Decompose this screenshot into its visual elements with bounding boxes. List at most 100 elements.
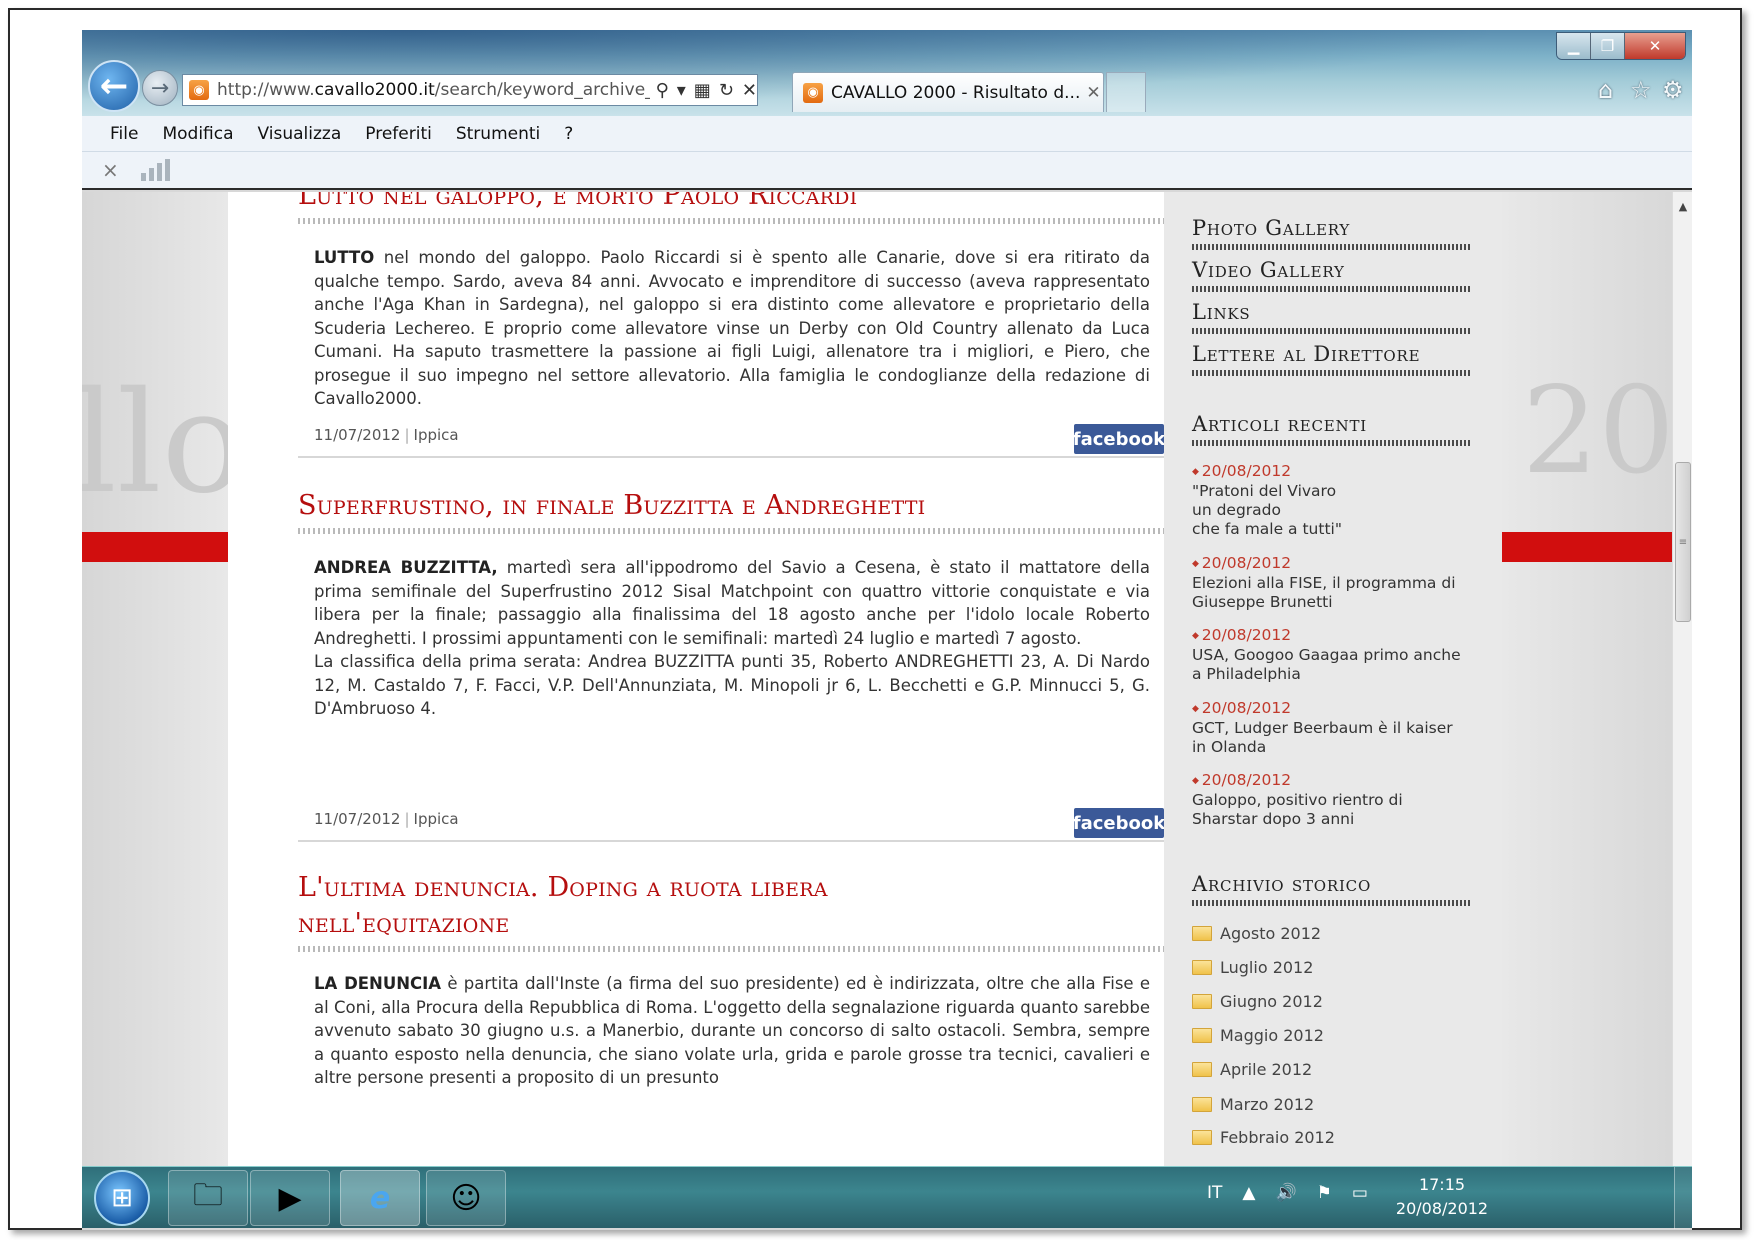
recent-article[interactable]: 20/08/2012 GCT, Ludger Beerbaum è il kai… <box>1192 699 1482 757</box>
facebook-share-button[interactable]: facebook <box>1073 424 1165 454</box>
restore-button[interactable]: ❐ <box>1591 33 1625 59</box>
media-player-taskbar-button[interactable]: ▶ <box>250 1170 330 1226</box>
address-bar[interactable]: ◉ http://www.cavallo2000.it/search/keywo… <box>182 74 758 106</box>
system-tray: IT ▲ 🔊 ⚑ ▭ <box>1207 1183 1368 1203</box>
menu-preferiti[interactable]: Preferiti <box>365 124 432 144</box>
archive-label: Febbraio 2012 <box>1220 1128 1335 1147</box>
show-hidden-icons-icon[interactable]: ▲ <box>1242 1183 1255 1203</box>
archive-heading: Archivio storico <box>1192 872 1372 896</box>
title-divider <box>298 946 1164 952</box>
tab-title: CAVALLO 2000 - Risultato d... <box>831 82 1081 103</box>
menu-modifica[interactable]: Modifica <box>162 124 233 144</box>
new-tab-button[interactable] <box>1106 72 1146 112</box>
recent-article[interactable]: 20/08/2012 USA, Googoo Gaagaa primo anch… <box>1192 626 1482 684</box>
language-indicator[interactable]: IT <box>1207 1183 1222 1203</box>
explorer-taskbar-button[interactable]: 🗀 <box>168 1170 248 1226</box>
article-title[interactable]: Superfrustino, in finale Buzzitta e Andr… <box>298 488 1164 524</box>
facebook-share-button[interactable]: facebook <box>1073 808 1165 838</box>
archive-month[interactable]: Maggio 2012 <box>1192 1026 1324 1045</box>
compatibility-icon[interactable]: ▦ <box>694 80 711 101</box>
refresh-icon[interactable]: ↻ <box>719 80 734 101</box>
article: Lutto nel galoppo, è morto Paolo Riccard… <box>298 192 1165 462</box>
recent-title-line: a Philadelphia <box>1192 665 1301 683</box>
article-title[interactable]: L'ultima denuncia. Doping a ruota libera… <box>298 870 1164 942</box>
archive-month[interactable]: Aprile 2012 <box>1192 1060 1312 1079</box>
volume-icon[interactable]: 🔊 <box>1275 1183 1296 1203</box>
meta-separator: | <box>404 426 410 444</box>
article: Superfrustino, in finale Buzzitta e Andr… <box>298 488 1165 848</box>
close-toolbar-icon[interactable]: × <box>102 158 119 182</box>
article-lead: LA DENUNCIA <box>314 974 442 993</box>
recent-title-line: in Olanda <box>1192 738 1267 756</box>
clock[interactable]: 17:15 20/08/2012 <box>1382 1173 1502 1221</box>
folder-icon <box>1192 960 1212 975</box>
archive-month[interactable]: Agosto 2012 <box>1192 924 1321 943</box>
messenger-taskbar-button[interactable]: ☺ <box>426 1170 506 1226</box>
article-title[interactable]: Lutto nel galoppo, è morto Paolo Riccard… <box>298 192 1164 214</box>
forward-button[interactable]: → <box>142 70 178 106</box>
red-band-left <box>82 532 228 562</box>
nav-lettere-direttore[interactable]: Lettere al Direttore <box>1192 342 1420 366</box>
tab-cavallo2000[interactable]: ◉ CAVALLO 2000 - Risultato d... ✕ <box>792 72 1104 112</box>
sidebar: Photo Gallery Video Gallery Links Letter… <box>1164 192 1502 1190</box>
recent-divider <box>1192 440 1470 446</box>
folder-icon <box>1192 1028 1212 1043</box>
recent-title-line: GCT, Ludger Beerbaum è il kaiser <box>1192 719 1453 737</box>
article-body: LUTTO nel mondo del galoppo. Paolo Ricca… <box>314 246 1150 411</box>
recent-title-line: "Pratoni del Vivaro <box>1192 482 1337 500</box>
recent-article[interactable]: 20/08/2012 Galoppo, positivo rientro di … <box>1192 771 1482 829</box>
archive-month[interactable]: Giugno 2012 <box>1192 992 1323 1011</box>
nav-divider <box>1192 328 1470 334</box>
start-button[interactable]: ⊞ <box>94 1170 150 1226</box>
stop-icon[interactable]: ✕ <box>742 80 757 101</box>
gear-icon[interactable]: ⚙ <box>1662 76 1684 104</box>
article-date: 11/07/2012 <box>314 426 401 444</box>
red-band-right <box>1502 532 1672 562</box>
archive-label: Giugno 2012 <box>1220 992 1323 1011</box>
archive-label: Agosto 2012 <box>1220 924 1322 943</box>
folder-icon <box>1192 1097 1212 1112</box>
url-prefix: http://www. <box>217 80 315 100</box>
recent-article[interactable]: 20/08/2012 Elezioni alla FISE, il progra… <box>1192 554 1482 612</box>
scroll-thumb[interactable]: ≡ <box>1675 462 1691 622</box>
menu-visualizza[interactable]: Visualizza <box>258 124 342 144</box>
article-title-line: nell'equitazione <box>298 908 510 939</box>
article-category[interactable]: Ippica <box>414 810 459 828</box>
recent-date: 20/08/2012 <box>1192 462 1482 482</box>
search-icon[interactable]: ⚲ <box>656 80 669 101</box>
dropdown-icon[interactable]: ▾ <box>677 80 686 101</box>
archive-month[interactable]: Febbraio 2012 <box>1192 1128 1335 1147</box>
archive-month[interactable]: Marzo 2012 <box>1192 1095 1314 1114</box>
archive-month[interactable]: Luglio 2012 <box>1192 958 1313 977</box>
nav-links[interactable]: Links <box>1192 300 1250 324</box>
action-center-icon[interactable]: ⚑ <box>1317 1183 1332 1203</box>
internet-explorer-taskbar-button[interactable]: e <box>340 1170 420 1226</box>
recent-date: 20/08/2012 <box>1192 699 1482 719</box>
rss-icon: ◉ <box>189 80 209 100</box>
menu-help[interactable]: ? <box>564 124 573 144</box>
menu-strumenti[interactable]: Strumenti <box>456 124 540 144</box>
back-button[interactable]: ← <box>88 60 140 112</box>
article-category[interactable]: Ippica <box>414 426 459 444</box>
show-desktop-button[interactable] <box>1674 1167 1692 1229</box>
url-path: /search/keyword_archive_07-2012/p <box>434 80 650 100</box>
nav-photo-gallery[interactable]: Photo Gallery <box>1192 216 1350 240</box>
recent-date: 20/08/2012 <box>1192 554 1482 574</box>
favorites-star-icon[interactable]: ☆ <box>1630 76 1652 104</box>
tab-close-icon[interactable]: ✕ <box>1086 83 1100 103</box>
close-window-button[interactable]: ✕ <box>1625 33 1685 59</box>
recent-article[interactable]: 20/08/2012 "Pratoni del Vivaro un degrad… <box>1192 462 1482 539</box>
network-icon[interactable]: ▭ <box>1352 1183 1368 1203</box>
nav-video-gallery[interactable]: Video Gallery <box>1192 258 1345 282</box>
url-text[interactable]: http://www.cavallo2000.it/search/keyword… <box>217 80 650 100</box>
minimize-button[interactable]: ▁ <box>1557 33 1591 59</box>
archive-label: Marzo 2012 <box>1220 1095 1315 1114</box>
menu-file[interactable]: File <box>110 124 138 144</box>
url-domain: cavallo2000.it <box>314 80 435 100</box>
home-icon[interactable]: ⌂ <box>1598 76 1613 104</box>
recent-title-line: Galoppo, positivo rientro di <box>1192 791 1403 809</box>
windows-taskbar: ⊞ 🗀 ▶ e ☺ IT ▲ 🔊 ⚑ ▭ 17:15 20/08/2012 <box>82 1166 1692 1229</box>
vertical-scrollbar[interactable]: ▲ ≡ ▼ <box>1672 192 1692 1190</box>
recent-date: 20/08/2012 <box>1192 771 1482 791</box>
scroll-up-icon[interactable]: ▲ <box>1673 196 1692 216</box>
